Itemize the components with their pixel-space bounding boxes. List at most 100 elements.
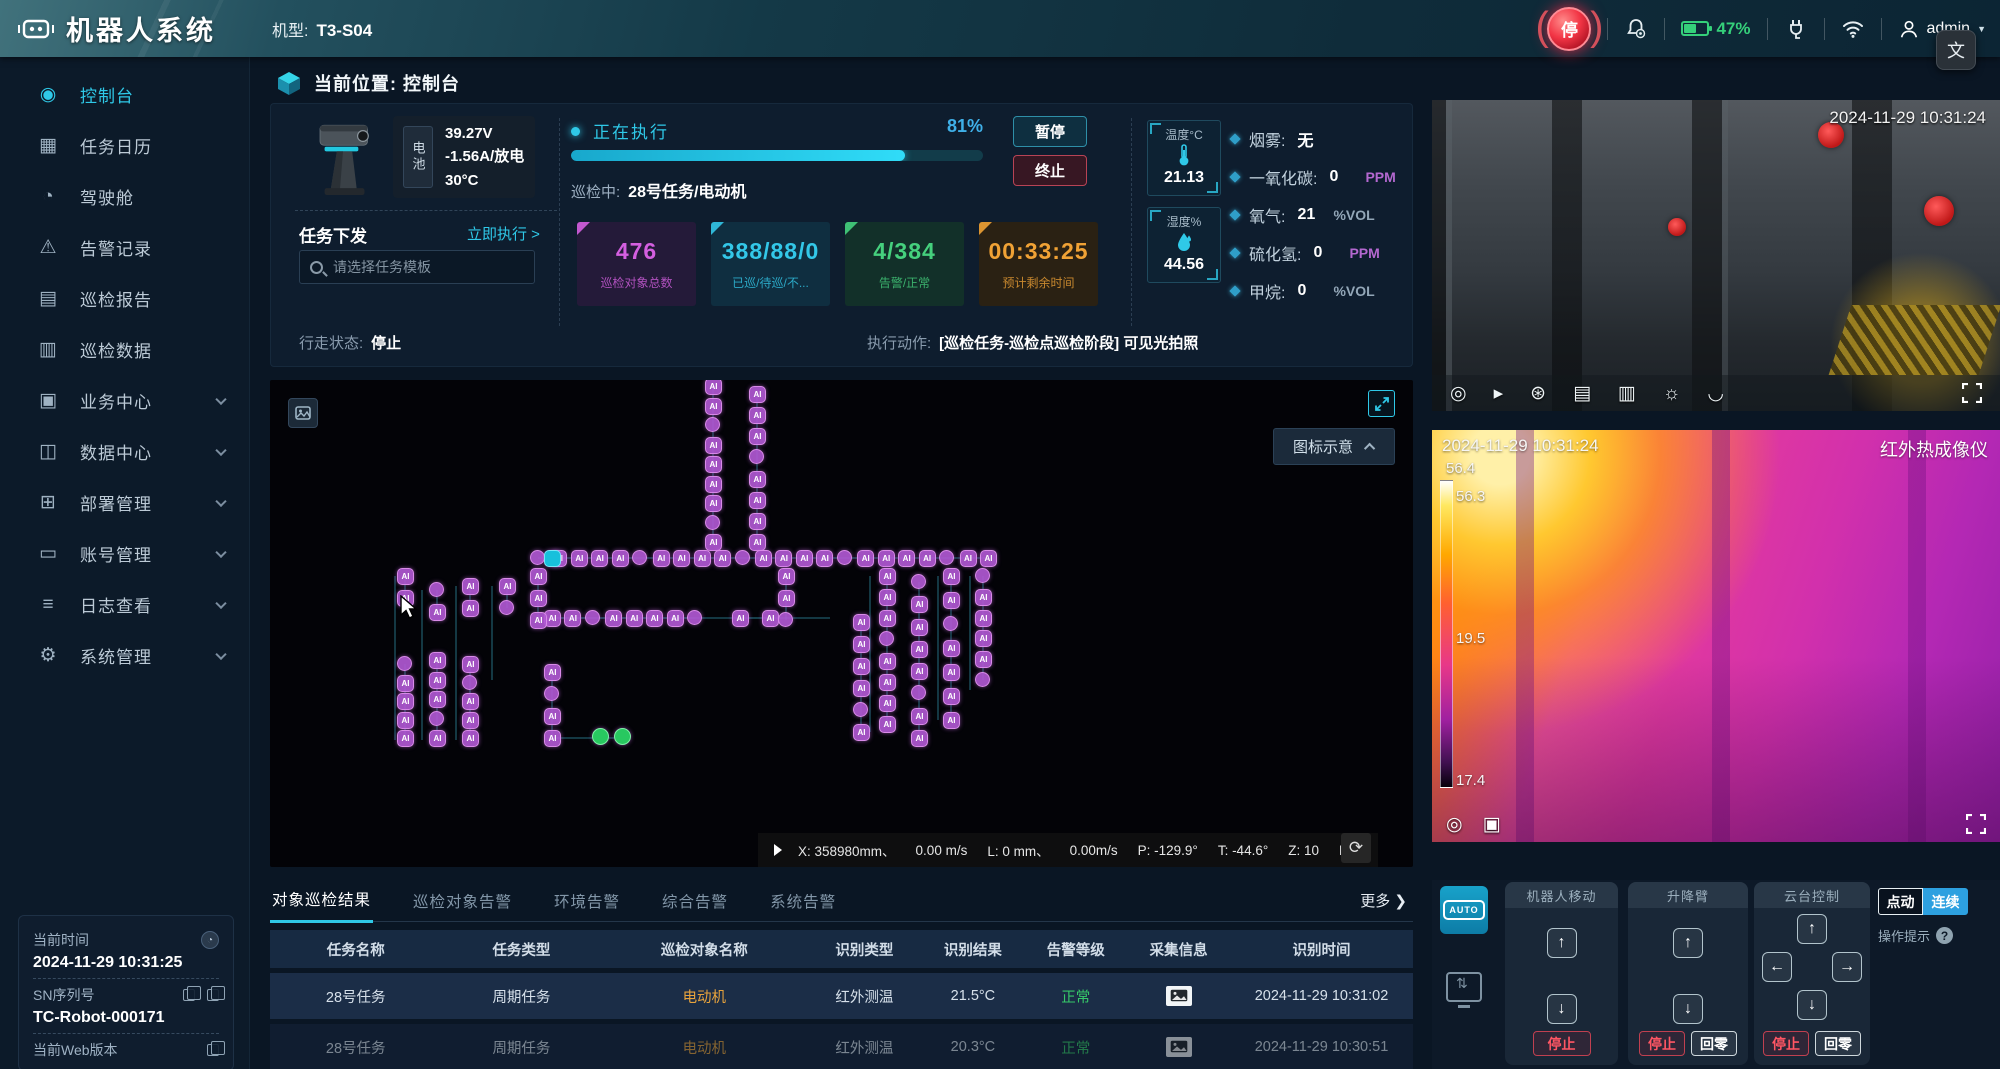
map-node[interactable]: AI [429, 604, 446, 621]
sidebar-item-1[interactable]: ▦任务日历 [0, 120, 249, 171]
map-node[interactable]: AI [429, 691, 446, 708]
fullscreen-icon[interactable] [1966, 814, 1986, 834]
map-node[interactable]: AI [943, 688, 960, 705]
map-node[interactable] [749, 449, 764, 464]
copy-icon[interactable] [183, 989, 195, 1001]
map-node[interactable]: AI [911, 596, 928, 613]
map-node[interactable]: AI [530, 568, 547, 585]
map-node[interactable]: AI [714, 550, 731, 567]
map-node[interactable] [429, 582, 444, 597]
map-node[interactable]: AI [429, 730, 446, 747]
map-node[interactable] [975, 672, 990, 687]
map-node[interactable]: AI [943, 592, 960, 609]
settings-wheel-icon[interactable]: ⊛ [1530, 384, 1546, 403]
zero-button[interactable]: 回零 [1691, 1031, 1737, 1056]
continuous-option[interactable]: 连续 [1923, 888, 1968, 915]
stop-button[interactable]: 停止 [1533, 1031, 1591, 1056]
map-node[interactable]: AI [853, 680, 870, 697]
map-node[interactable]: AI [879, 653, 896, 670]
map-node[interactable]: AI [462, 600, 479, 617]
map-node[interactable]: AI [911, 708, 928, 725]
map-node-cyan[interactable] [544, 550, 561, 567]
map-node[interactable]: AI [605, 610, 622, 627]
map-node[interactable]: AI [943, 712, 960, 729]
capture-image-thumbnail[interactable] [1166, 986, 1192, 1006]
sidebar-item-10[interactable]: ≡日志查看 [0, 579, 249, 630]
map-node[interactable]: AI [646, 610, 663, 627]
task-template-select[interactable] [299, 250, 535, 284]
map-node[interactable]: AI [853, 724, 870, 741]
legend-toggle-button[interactable]: 图标示意 [1273, 428, 1395, 465]
map-node[interactable]: AI [853, 614, 870, 631]
wiper-icon[interactable]: ◡ [1707, 384, 1724, 403]
capture-image-thumbnail[interactable] [1166, 1037, 1192, 1057]
map-node[interactable] [735, 550, 750, 565]
sidebar-item-6[interactable]: ▣业务中心 [0, 375, 249, 426]
map-node[interactable]: AI [462, 730, 479, 747]
map-node[interactable]: AI [755, 550, 772, 567]
zero-button[interactable]: 回零 [1815, 1031, 1861, 1056]
help-icon[interactable]: ? [1936, 927, 1953, 944]
more-link[interactable]: 更多 ❯ [1360, 890, 1407, 911]
map-node[interactable]: AI [705, 437, 722, 454]
map-node[interactable]: AI [564, 610, 581, 627]
sidebar-item-8[interactable]: ⊞部署管理 [0, 477, 249, 528]
map-node[interactable] [705, 515, 720, 530]
jog-option[interactable]: 点动 [1878, 888, 1923, 915]
map-node[interactable]: AI [775, 550, 792, 567]
tab-3[interactable]: 综合告警 [660, 880, 730, 922]
map-node[interactable] [499, 600, 514, 615]
map-node[interactable]: AI [462, 693, 479, 710]
map-node[interactable]: AI [705, 380, 722, 395]
map-node[interactable]: AI [857, 550, 874, 567]
map-node[interactable]: AI [397, 730, 414, 747]
map-node[interactable]: AI [612, 550, 629, 567]
map-node[interactable]: AI [462, 712, 479, 729]
arrow-up-button[interactable]: ↑ [1797, 914, 1827, 944]
map-node[interactable]: AI [462, 656, 479, 673]
map-node[interactable]: AI [544, 730, 561, 747]
task-template-input[interactable] [331, 258, 524, 276]
map-node[interactable] [837, 550, 852, 565]
map-node[interactable] [687, 610, 702, 625]
auto-mode-button[interactable]: AUTO [1440, 886, 1488, 934]
map-node[interactable] [975, 568, 990, 583]
recenter-map-button[interactable]: ⟳ [1341, 833, 1371, 863]
tab-0[interactable]: 对象巡检结果 [270, 880, 373, 923]
map-node[interactable]: AI [879, 568, 896, 585]
copy-icon[interactable] [207, 1044, 219, 1056]
copy-icon[interactable] [207, 989, 219, 1001]
map-node[interactable]: AI [499, 578, 516, 595]
map-node[interactable]: AI [397, 568, 414, 585]
map-node[interactable]: AI [705, 476, 722, 493]
alarm-bell-icon[interactable] [1624, 17, 1648, 41]
map-node[interactable]: AI [879, 674, 896, 691]
remote-desktop-button[interactable] [1446, 972, 1482, 1002]
map-node[interactable] [778, 612, 793, 627]
map-node[interactable] [429, 711, 444, 726]
sidebar-item-0[interactable]: ◉控制台 [0, 69, 249, 120]
map-node[interactable]: AI [397, 675, 414, 692]
map-node[interactable]: AI [530, 612, 547, 629]
terminate-button[interactable]: 终止 [1013, 155, 1087, 186]
control-panel-icon[interactable]: ▥ [1618, 384, 1636, 403]
map-node[interactable]: AI [762, 610, 779, 627]
table-row[interactable]: 28号任务周期任务电动机红外测温21.5°C正常2024-11-29 10:31… [270, 973, 1413, 1019]
map-node[interactable]: AI [544, 664, 561, 681]
map-node[interactable]: AI [749, 513, 766, 530]
map-node[interactable]: AI [749, 492, 766, 509]
map-node[interactable]: AI [911, 641, 928, 658]
map-node[interactable] [911, 685, 926, 700]
map-node[interactable] [585, 610, 600, 625]
tab-1[interactable]: 巡检对象告警 [411, 880, 514, 922]
map-node[interactable]: AI [749, 428, 766, 445]
intercom-icon[interactable]: ▤ [1573, 384, 1591, 403]
table-row[interactable]: 28号任务周期任务电动机红外测温20.3°C正常2024-11-29 10:30… [270, 1024, 1413, 1069]
map-node[interactable] [853, 702, 868, 717]
arrow-left-button[interactable]: ← [1762, 952, 1792, 982]
map-node[interactable]: AI [975, 651, 992, 668]
map-node[interactable]: AI [975, 589, 992, 606]
map-node[interactable]: AI [397, 693, 414, 710]
map-node[interactable]: AI [749, 471, 766, 488]
map-node[interactable]: AI [544, 708, 561, 725]
